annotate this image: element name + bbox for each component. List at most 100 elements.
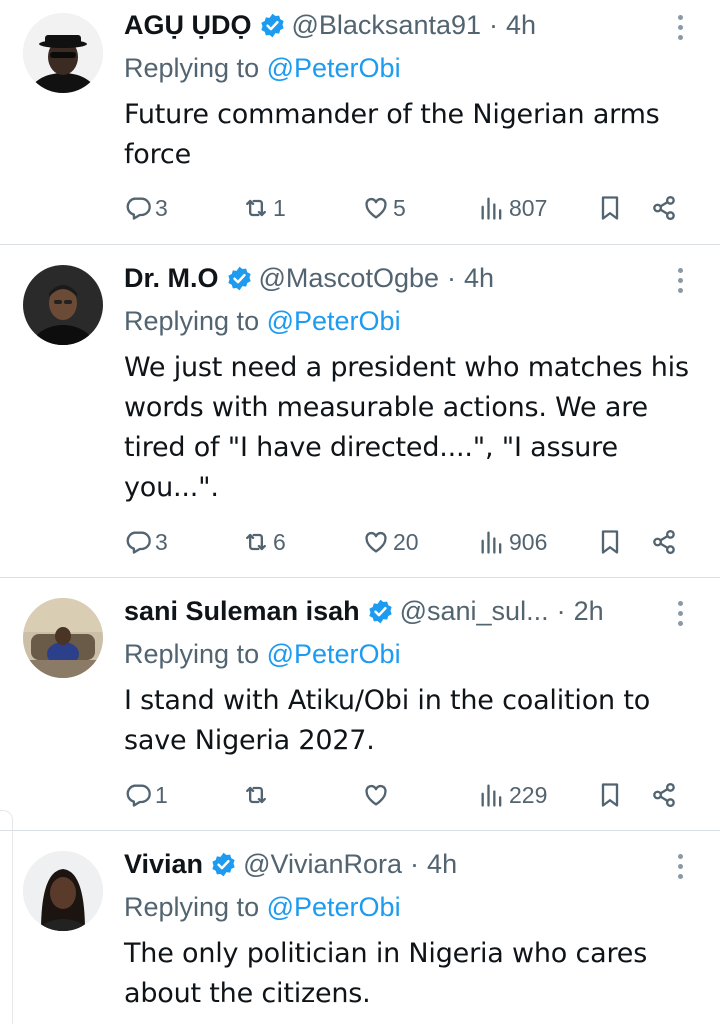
bookmark-button[interactable] <box>596 524 624 560</box>
like-count: 5 <box>393 194 406 221</box>
replying-to: Replying to @PeterObi <box>124 306 401 337</box>
action-bar: 3 1 5 807 <box>124 190 694 226</box>
replying-to: Replying to @PeterObi <box>124 53 401 84</box>
user-handle[interactable]: @Blacksanta91 <box>292 10 482 41</box>
separator-dot: · <box>489 9 499 40</box>
reply-button[interactable]: 1 <box>124 777 168 813</box>
tweet-card[interactable]: Vivian @VivianRora · 4h Replying to @Pet… <box>0 831 720 1023</box>
reply-button[interactable]: 3 <box>124 524 168 560</box>
like-button[interactable] <box>362 777 393 813</box>
timestamp[interactable]: 4h <box>464 263 494 294</box>
timestamp[interactable]: 4h <box>427 849 457 880</box>
retweet-button[interactable] <box>242 777 273 813</box>
reply-count: 3 <box>155 528 168 555</box>
replying-to-label: Replying to <box>124 639 260 669</box>
tweet-text: Future commander of the Nigerian arms fo… <box>124 99 660 170</box>
separator-dot: · <box>410 848 420 879</box>
views-button[interactable]: 906 <box>478 524 547 560</box>
share-icon <box>650 781 678 809</box>
view-count: 906 <box>509 528 548 555</box>
bar-chart-icon <box>478 781 506 809</box>
retweet-icon <box>242 781 270 809</box>
mention-link[interactable]: @PeterObi <box>267 639 401 669</box>
mention-link[interactable]: @PeterObi <box>267 53 401 83</box>
tweet-card[interactable]: sani Suleman isah @sani_sul... · 2h Repl… <box>0 578 720 829</box>
tweet-text: The only politician in Nigeria who cares… <box>124 938 648 1009</box>
views-button[interactable]: 229 <box>478 777 547 813</box>
replying-to-label: Replying to <box>124 892 260 922</box>
retweet-button[interactable]: 1 <box>242 190 286 226</box>
display-name[interactable]: Vivian <box>124 849 203 880</box>
separator-dot: · <box>447 262 456 293</box>
share-icon <box>650 194 678 222</box>
bookmark-icon <box>596 528 624 556</box>
reply-count: 1 <box>155 781 168 808</box>
share-button[interactable] <box>650 777 678 813</box>
replying-to: Replying to @PeterObi <box>124 892 401 923</box>
replying-to: Replying to @PeterObi <box>124 639 401 670</box>
reply-button[interactable]: 3 <box>124 190 168 226</box>
bookmark-button[interactable] <box>596 190 624 226</box>
user-handle[interactable]: @sani_sul... <box>400 596 549 627</box>
heart-icon <box>362 194 390 222</box>
share-icon <box>650 528 678 556</box>
verified-badge-icon <box>367 598 394 625</box>
mention-link[interactable]: @PeterObi <box>267 306 401 336</box>
action-bar: 3 6 20 906 <box>124 524 694 560</box>
avatar[interactable] <box>23 851 103 931</box>
retweet-count: 6 <box>273 528 286 555</box>
display-name[interactable]: Dr. M.O <box>124 263 219 294</box>
views-button[interactable]: 807 <box>478 190 547 226</box>
user-handle[interactable]: @MascotOgbe <box>259 263 439 294</box>
tweet-text: I stand with Atiku/Obi in the coalition … <box>124 685 651 756</box>
share-button[interactable] <box>650 190 678 226</box>
retweet-count: 1 <box>273 194 286 221</box>
retweet-icon <box>242 528 270 556</box>
bookmark-button[interactable] <box>596 777 624 813</box>
bar-chart-icon <box>478 528 506 556</box>
reply-feed: AGỤ ỤDỌ @Blacksanta91 · 4h Replying to @… <box>0 0 720 1024</box>
tweet-header: Vivian @VivianRora · 4h <box>124 847 660 881</box>
action-bar: 1 229 <box>124 777 694 813</box>
tweet-header: Dr. M.O @MascotOgbe · 4h <box>124 261 660 295</box>
speech-bubble-icon <box>124 194 152 222</box>
avatar[interactable] <box>23 13 103 93</box>
bookmark-icon <box>596 781 624 809</box>
share-button[interactable] <box>650 524 678 560</box>
bookmark-icon <box>596 194 624 222</box>
user-handle[interactable]: @VivianRora <box>243 849 402 880</box>
verified-badge-icon <box>259 12 286 39</box>
replying-to-label: Replying to <box>124 306 260 336</box>
more-vertical-icon[interactable] <box>668 596 692 630</box>
mention-link[interactable]: @PeterObi <box>267 892 401 922</box>
like-button[interactable]: 20 <box>362 524 419 560</box>
separator-dot: · <box>556 595 566 626</box>
bar-chart-icon <box>478 194 506 222</box>
tweet-card[interactable]: AGỤ ỤDỌ @Blacksanta91 · 4h Replying to @… <box>0 0 720 244</box>
reply-count: 3 <box>155 194 168 221</box>
timestamp[interactable]: 2h <box>574 596 604 627</box>
like-count: 20 <box>393 528 419 555</box>
retweet-button[interactable]: 6 <box>242 524 286 560</box>
display-name[interactable]: sani Suleman isah <box>124 596 360 627</box>
heart-icon <box>362 781 390 809</box>
display-name[interactable]: AGỤ ỤDỌ <box>124 10 252 41</box>
avatar[interactable] <box>23 265 103 345</box>
verified-badge-icon <box>210 851 237 878</box>
timestamp[interactable]: 4h <box>506 10 536 41</box>
avatar[interactable] <box>23 598 103 678</box>
heart-icon <box>362 528 390 556</box>
more-vertical-icon[interactable] <box>668 263 692 297</box>
tweet-header: sani Suleman isah @sani_sul... · 2h <box>124 594 660 628</box>
speech-bubble-icon <box>124 528 152 556</box>
like-button[interactable]: 5 <box>362 190 406 226</box>
verified-badge-icon <box>226 265 253 292</box>
side-panel-edge <box>0 810 13 1024</box>
view-count: 807 <box>509 194 548 221</box>
more-vertical-icon[interactable] <box>668 10 692 44</box>
tweet-header: AGỤ ỤDỌ @Blacksanta91 · 4h <box>124 8 660 42</box>
more-vertical-icon[interactable] <box>668 849 692 883</box>
replying-to-label: Replying to <box>124 53 260 83</box>
tweet-card[interactable]: Dr. M.O @MascotOgbe · 4h Replying to @Pe… <box>0 245 720 576</box>
tweet-text: We just need a president who matches his… <box>124 352 689 503</box>
